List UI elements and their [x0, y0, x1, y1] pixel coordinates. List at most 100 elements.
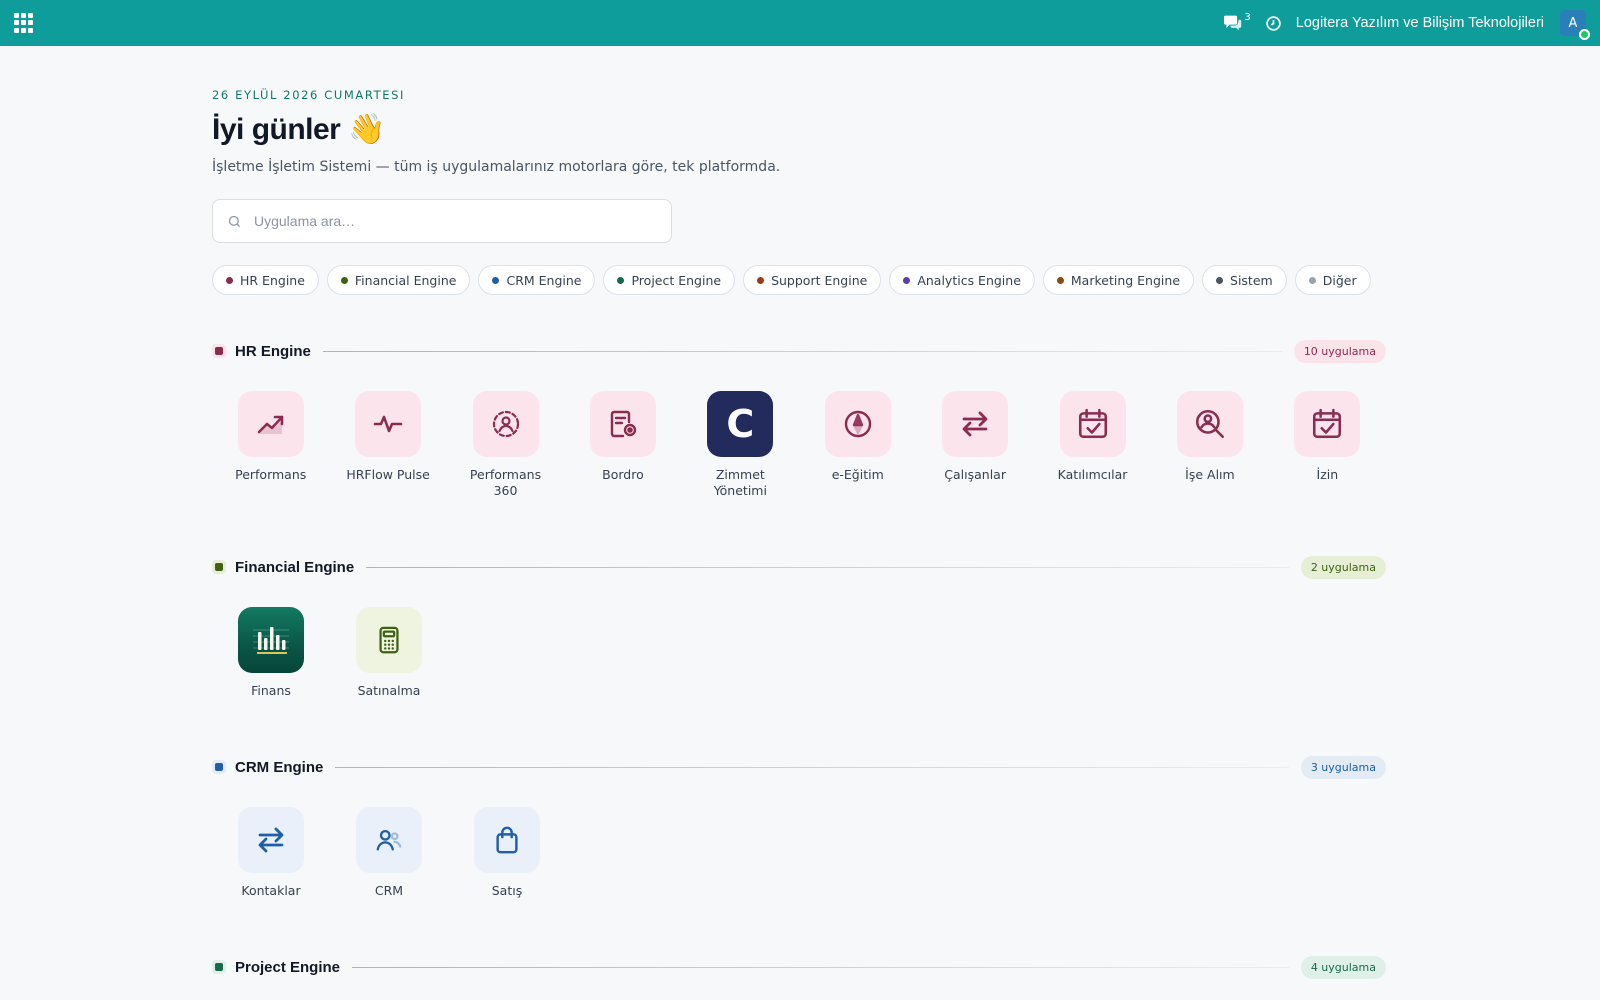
section-header: Project Engine 4 uygulama: [212, 955, 1386, 979]
app-launcher[interactable]: Finans: [212, 607, 330, 699]
page-title: İyi günler 👋: [212, 113, 386, 146]
app-label: Katılımcılar: [1057, 467, 1128, 482]
page-subtitle: İşletme İşletim Sistemi — tüm iş uygulam…: [212, 159, 781, 175]
app-launcher[interactable]: Performans: [212, 391, 329, 499]
app-launcher[interactable]: İşe Alım: [1151, 391, 1268, 499]
section-marker: [212, 560, 226, 574]
app-label: CRM: [374, 883, 404, 898]
app-launcher[interactable]: Satınalma: [330, 607, 448, 699]
filter-chip-label: HR Engine: [240, 272, 305, 288]
app-list: Performans HRFlow Pulse Performans 360 Bord…: [212, 391, 1386, 499]
section-divider: [322, 350, 1282, 352]
engine-section: CRM Engine 3 uygulama Kontaklar CRM Satış: [212, 755, 1386, 899]
app-launcher[interactable]: İzin: [1269, 391, 1386, 499]
app-label: Performans: [235, 467, 307, 482]
filter-chip-dot: [1216, 276, 1224, 284]
section-title: Financial Engine: [235, 558, 355, 576]
filter-chip-label: Financial Engine: [354, 272, 457, 288]
app-launcher[interactable]: Katılımcılar: [1034, 391, 1151, 499]
clock-icon[interactable]: [1265, 15, 1282, 32]
filter-chip[interactable]: Diğer: [1294, 265, 1371, 295]
section-marker: [212, 960, 226, 974]
app-launcher[interactable]: Performans 360: [447, 391, 564, 499]
filter-chip[interactable]: Sistem: [1202, 265, 1287, 295]
section-header: HR Engine 10 uygulama: [212, 339, 1386, 363]
app-launcher[interactable]: C Zimmet Yönetimi: [682, 391, 799, 499]
app-launcher[interactable]: CRM: [330, 807, 448, 899]
engine-section: Financial Engine 2 uygulama Finans Satınalm…: [212, 555, 1386, 699]
calculator-icon: [356, 607, 422, 673]
compass-icon: [824, 391, 891, 457]
filter-chip-label: Marketing Engine: [1070, 272, 1181, 288]
app-launcher[interactable]: Kontaklar: [212, 807, 330, 899]
company-name[interactable]: Logitera Yazılım ve Bilişim Teknolojiler…: [1296, 15, 1544, 31]
section-header: CRM Engine 3 uygulama: [212, 755, 1386, 779]
swap-icon: [942, 391, 1009, 457]
filter-chip-dot: [492, 276, 500, 284]
app-list: Kontaklar CRM Satış: [212, 807, 1386, 899]
app-label: Bordro: [602, 467, 644, 482]
section-count-badge: 2 uygulama: [1300, 555, 1386, 579]
avatar[interactable]: A: [1560, 10, 1590, 40]
section-marker: [212, 344, 226, 358]
app-label: Performans 360: [469, 467, 542, 498]
filter-chip[interactable]: Project Engine: [603, 265, 736, 295]
online-status-dot: [1579, 29, 1590, 40]
filter-chip[interactable]: Analytics Engine: [889, 265, 1035, 295]
app-launcher[interactable]: e-Eğitim: [799, 391, 916, 499]
search-input[interactable]: [254, 213, 634, 229]
section-divider: [335, 766, 1289, 768]
filter-chip-label: Diğer: [1322, 272, 1357, 288]
app-launcher[interactable]: HRFlow Pulse: [329, 391, 446, 499]
current-date: 26 EYLÜL 2026 CUMARTESI: [212, 88, 405, 102]
app-launcher[interactable]: Bordro: [564, 391, 681, 499]
app-label: Çalışanlar: [944, 467, 1006, 482]
section-divider: [366, 566, 1289, 568]
app-list: Finans Satınalma: [212, 607, 1386, 699]
filter-chip-dot: [903, 276, 911, 284]
filter-chip[interactable]: Financial Engine: [326, 265, 471, 295]
filter-chip-dot: [1308, 276, 1316, 284]
section-title: CRM Engine: [235, 758, 324, 776]
payroll-icon: [589, 391, 656, 457]
app-label: e-Eğitim: [831, 467, 884, 482]
app-grid-icon[interactable]: [14, 13, 34, 33]
user-search-icon: [1176, 391, 1243, 457]
users-icon: [356, 807, 422, 873]
filter-chip-label: Support Engine: [771, 272, 868, 288]
engine-section: HR Engine 10 uygulama Performans HRFlow Pul…: [212, 339, 1386, 499]
app-label: Satınalma: [357, 683, 421, 698]
section-count-badge: 3 uygulama: [1300, 755, 1386, 779]
engine-filter-chips: HR Engine Financial Engine CRM Engine Proje…: [212, 265, 1386, 295]
app-label: HRFlow Pulse: [346, 467, 430, 482]
app-launcher[interactable]: Çalışanlar: [916, 391, 1033, 499]
calendar-check-icon: [1294, 391, 1361, 457]
app-label: Finans: [251, 683, 291, 698]
app-label: İzin: [1316, 467, 1339, 482]
zimmet-logo-icon: C: [707, 391, 774, 457]
filter-chip-dot: [617, 276, 625, 284]
app-label: Kontaklar: [241, 883, 301, 898]
filter-chip[interactable]: HR Engine: [212, 265, 319, 295]
section-divider: [352, 966, 1289, 968]
section-count-badge: 10 uygulama: [1293, 339, 1386, 363]
section-count-badge: 4 uygulama: [1300, 955, 1386, 979]
chat-button[interactable]: 3: [1223, 12, 1251, 32]
app-label: Zimmet Yönetimi: [713, 467, 767, 498]
app-launcher[interactable]: Satış: [448, 807, 566, 899]
pulse-icon: [355, 391, 422, 457]
filter-chip[interactable]: Support Engine: [743, 265, 882, 295]
user-circle-icon: [472, 391, 539, 457]
main-content: 26 EYLÜL 2026 CUMARTESI İyi günler 👋 İşl…: [212, 88, 1386, 295]
section-header: Financial Engine 2 uygulama: [212, 555, 1386, 579]
top-bar: 3 Logitera Yazılım ve Bilişim Teknolojil…: [0, 0, 1600, 46]
filter-chip-label: CRM Engine: [506, 272, 582, 288]
search-box[interactable]: [212, 199, 672, 243]
filter-chip-dot: [757, 276, 765, 284]
filter-chip[interactable]: CRM Engine: [478, 265, 596, 295]
filter-chip-dot: [340, 276, 348, 284]
section-title: HR Engine: [235, 342, 311, 360]
filter-chip[interactable]: Marketing Engine: [1042, 265, 1195, 295]
app-label: Satış: [491, 883, 523, 898]
filter-chip-label: Analytics Engine: [917, 272, 1021, 288]
